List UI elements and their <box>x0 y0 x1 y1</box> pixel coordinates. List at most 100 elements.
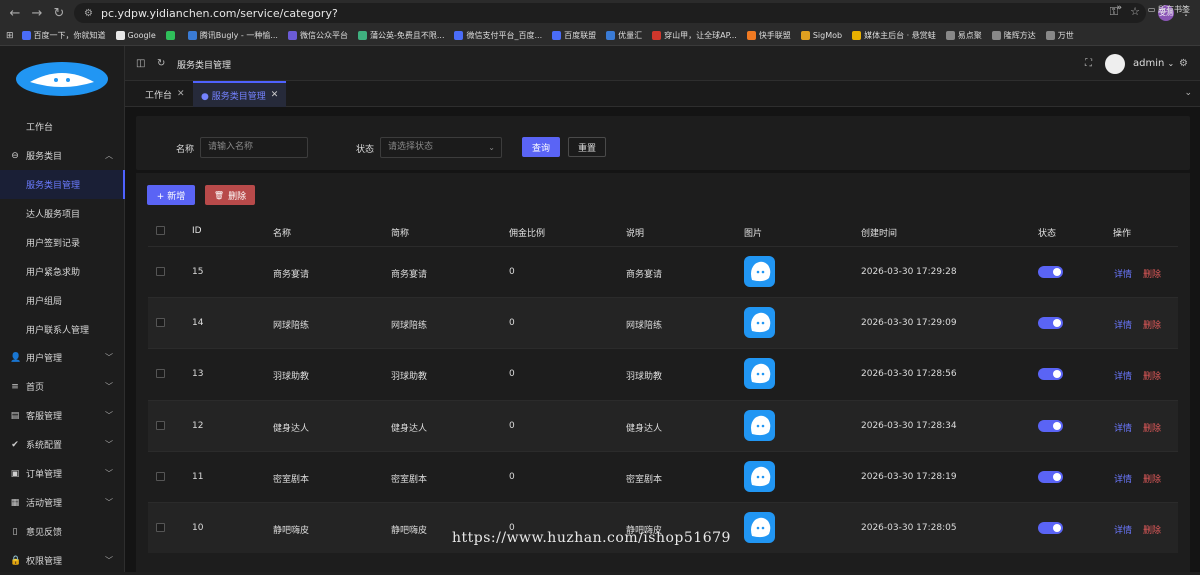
bookmark-favicon-icon <box>454 31 464 40</box>
forward-icon[interactable]: → <box>26 6 48 21</box>
status-toggle[interactable] <box>1038 368 1063 381</box>
close-icon[interactable]: ✕ <box>177 89 185 99</box>
tab-label: 工作台 <box>145 90 173 101</box>
bookmark-item[interactable]: 优量汇 <box>606 30 642 41</box>
status-toggle[interactable] <box>1038 317 1063 330</box>
add-button[interactable]: + 新增 <box>147 185 195 205</box>
sidebar-item-label: 系统配置 <box>26 441 63 451</box>
sidebar-item[interactable]: ▦ 活动管理 ﹀ <box>0 488 125 517</box>
delete-link[interactable]: 删除 <box>1143 369 1161 382</box>
row-checkbox[interactable] <box>156 420 165 430</box>
batch-delete-button[interactable]: 🗑 删除 <box>205 185 255 205</box>
bookmark-item[interactable]: 快手联盟 <box>746 30 791 41</box>
bookmark-item[interactable]: 穿山甲，让全球AP... <box>652 30 737 41</box>
detail-link[interactable]: 详情 <box>1114 369 1132 382</box>
bookmark-item[interactable]: 媒体主后台 · 悬赏蛙 <box>852 30 936 41</box>
user-menu[interactable]: admin ⌄ <box>1133 58 1174 69</box>
url-text: pc.ydpw.yidianchen.com/service/category? <box>100 6 338 20</box>
sidebar-item[interactable]: 达人服务项目 <box>0 199 125 228</box>
row-checkbox[interactable] <box>156 369 165 379</box>
bookmark-label: 百度一下，你就知道 <box>33 31 106 40</box>
bookmark-item[interactable]: 易点聚 <box>945 30 982 41</box>
row-checkbox[interactable] <box>156 318 165 328</box>
site-info-icon[interactable]: ⚙ <box>84 8 93 19</box>
avatar[interactable] <box>1105 54 1125 74</box>
tab-service-category[interactable]: ● 服务类目管理 ✕ <box>193 81 287 107</box>
fullscreen-icon[interactable]: ⛶ <box>1085 58 1092 69</box>
detail-link[interactable]: 详情 <box>1114 267 1132 280</box>
bookmark-item[interactable]: 微信支付平台_百度... <box>454 30 542 41</box>
sidebar-item[interactable]: 用户联系人管理 <box>0 315 125 344</box>
sidebar-item[interactable]: ⊖ 服务类目 ︿ <box>0 141 125 170</box>
sidebar-item[interactable]: ▣ 订单管理 ﹀ <box>0 459 125 488</box>
delete-link[interactable]: 删除 <box>1143 421 1161 434</box>
status-label: 状态 <box>356 145 375 155</box>
sidebar-item[interactable]: 用户签到记录 <box>0 228 125 257</box>
delete-link[interactable]: 删除 <box>1143 523 1161 536</box>
calendar-icon: ▦ <box>10 497 20 508</box>
row-checkbox[interactable] <box>156 267 165 276</box>
tab-workbench[interactable]: 工作台 ✕ <box>137 81 193 107</box>
app-header: ◫ ↻ 服务类目管理 ⛶ admin ⌄ ⚙ <box>125 46 1200 81</box>
bookmark-item[interactable]: 万世 <box>1045 30 1074 41</box>
detail-link[interactable]: 详情 <box>1114 421 1132 434</box>
refresh-icon[interactable]: ↻ <box>157 58 165 69</box>
select-all-checkbox[interactable] <box>156 226 165 235</box>
bookmark-favicon-icon <box>1045 31 1055 40</box>
query-button[interactable]: 查询 <box>522 137 560 157</box>
chevron-down-icon: ﹀ <box>105 469 113 478</box>
status-toggle[interactable] <box>1038 470 1063 483</box>
bookmark-item[interactable]: 蒲公英-免费且不限... <box>357 30 444 41</box>
bookmark-item[interactable]: 百度联盟 <box>552 30 596 41</box>
detail-link[interactable]: 详情 <box>1114 472 1132 485</box>
collapse-sidebar-icon[interactable]: ◫ <box>136 58 145 69</box>
bookmark-item[interactable]: 微信公众平台 <box>287 30 348 41</box>
column-header: 佣金比例 <box>509 229 546 239</box>
star-icon[interactable]: ☆ <box>1130 5 1140 19</box>
bookmark-item[interactable]: Google <box>115 31 156 40</box>
apps-grid-icon[interactable]: ⊞ <box>6 31 14 41</box>
delete-link[interactable]: 删除 <box>1143 267 1161 280</box>
sidebar-item[interactable]: 🔒 权限管理 ﹀ <box>0 546 125 575</box>
chevron-up-icon: ︿ <box>105 151 113 160</box>
address-bar[interactable]: ⚙ pc.ydpw.yidianchen.com/service/categor… <box>74 3 1146 23</box>
bookmark-item[interactable]: 隆辉方达 <box>991 30 1036 41</box>
row-checkbox[interactable] <box>156 471 165 481</box>
bookmark-item[interactable]: SigMob <box>800 31 842 40</box>
sidebar-item[interactable]: 用户紧急求助 <box>0 257 125 286</box>
bookmark-item[interactable] <box>165 31 178 40</box>
delete-label: 删除 <box>228 191 247 202</box>
detail-link[interactable]: 详情 <box>1114 523 1132 536</box>
status-select[interactable]: 请选择状态 ⌄ <box>380 137 502 158</box>
column-header: 简称 <box>391 229 410 239</box>
status-toggle[interactable] <box>1038 522 1063 534</box>
sidebar-item[interactable]: ≡ 首页 ﹀ <box>0 372 125 401</box>
sidebar-item[interactable]: ▯ 意见反馈 <box>0 517 125 546</box>
name-search-input[interactable]: 请输入名称 <box>200 137 308 158</box>
sidebar-item[interactable]: 工作台 <box>0 112 125 141</box>
settings-gear-icon[interactable]: ⚙ <box>1179 58 1188 69</box>
bookmarks-overflow[interactable]: » <box>1116 3 1122 13</box>
sidebar-item-label: 用户管理 <box>26 354 63 364</box>
delete-link[interactable]: 删除 <box>1143 472 1161 485</box>
row-checkbox[interactable] <box>156 523 165 532</box>
sidebar-item[interactable]: 服务类目管理 <box>0 170 125 199</box>
list-icon: ≡ <box>11 381 19 392</box>
bookmark-item[interactable]: 百度一下，你就知道 <box>21 30 106 41</box>
back-icon[interactable]: ← <box>4 6 26 21</box>
sidebar-item[interactable]: 👤 用户管理 ﹀ <box>0 343 125 372</box>
bookmark-item[interactable]: 腾讯Bugly - 一种愉... <box>187 30 278 41</box>
status-toggle[interactable] <box>1038 266 1063 278</box>
reload-icon[interactable]: ↻ <box>48 6 70 21</box>
sidebar-item[interactable]: ▤ 客服管理 ﹀ <box>0 401 125 430</box>
tabs-dropdown-icon[interactable]: ⌄ <box>1184 88 1192 98</box>
close-icon[interactable]: ✕ <box>271 90 279 100</box>
sidebar-item[interactable]: ✔ 系统配置 ﹀ <box>0 430 125 459</box>
cell-short: 网球陪练 <box>391 321 428 332</box>
sidebar-item[interactable]: 用户组局 <box>0 286 125 315</box>
detail-link[interactable]: 详情 <box>1114 318 1132 331</box>
reset-button[interactable]: 重置 <box>568 137 606 157</box>
delete-link[interactable]: 删除 <box>1143 318 1161 331</box>
all-bookmarks[interactable]: ▭ 所有书签 <box>1148 4 1190 15</box>
status-toggle[interactable] <box>1038 419 1063 432</box>
